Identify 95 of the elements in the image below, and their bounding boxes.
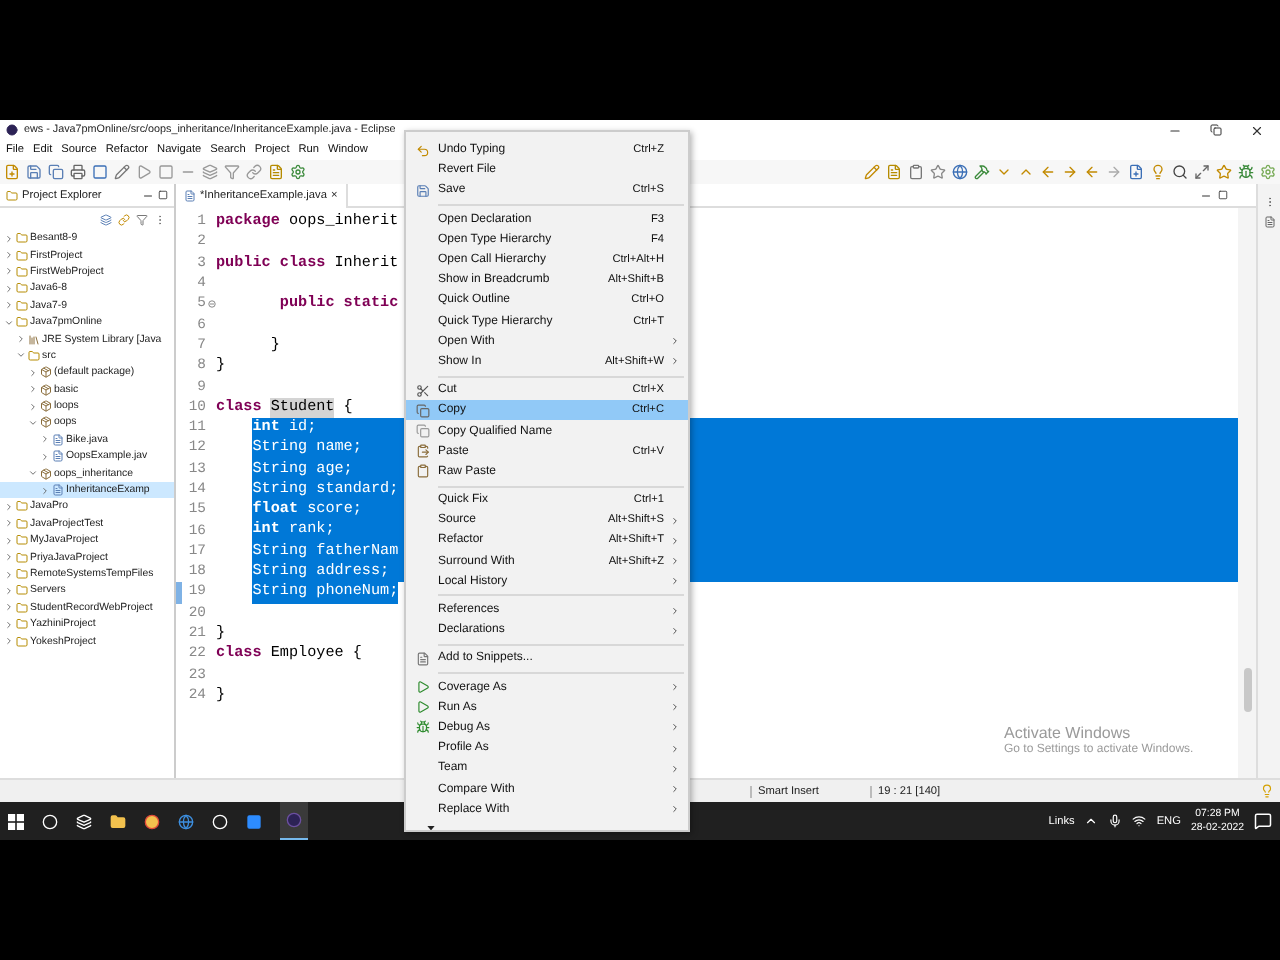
project-folder-icon [16,265,28,278]
back-icon[interactable] [1084,164,1100,180]
save-icon [415,183,429,198]
filter-icon[interactable] [136,213,148,225]
notification-icon[interactable] [1254,812,1272,830]
library-icon [28,333,40,346]
project-folder-icon [16,232,28,245]
gear-icon[interactable] [1260,164,1276,180]
search-icon[interactable] [1172,164,1188,180]
project-folder-icon [16,618,28,631]
project-folder-icon [16,299,28,312]
open-file-icon[interactable] [1128,164,1144,180]
snippet-icon [415,651,429,666]
coverage-icon [415,680,429,695]
folder-icon[interactable] [110,813,126,829]
forward-icon[interactable] [1106,164,1122,180]
star-icon[interactable] [930,164,946,180]
project-folder-icon [16,635,28,648]
eclipse-logo-icon [286,812,302,828]
copy-icon [415,403,429,418]
folder-icon [28,349,40,362]
document-icon[interactable] [268,164,284,180]
globe-icon[interactable] [952,164,968,180]
lightbulb-icon[interactable] [1150,164,1166,180]
activation-title: Activate Windows [1004,724,1133,742]
stop-icon[interactable] [158,164,174,180]
undo-icon [415,143,429,158]
project-folder-icon [16,568,28,580]
close-icon[interactable] [1250,123,1264,137]
back-arrow-icon[interactable] [1040,164,1056,180]
maximize-icon[interactable] [158,190,168,200]
package-icon [40,383,52,396]
globe-icon[interactable] [178,813,194,829]
debug-icon[interactable] [1238,164,1254,180]
project-folder-icon [16,517,28,530]
project-folder-icon [16,316,28,329]
package-icon [40,416,52,429]
project-folder-icon [16,601,28,614]
package-icon [40,366,52,379]
project-folder-icon [16,584,28,597]
layers-icon[interactable] [202,164,218,180]
java-file-icon [52,433,64,446]
gear-icon[interactable] [290,164,306,180]
filter-icon[interactable] [224,164,240,180]
minimize-icon[interactable] [142,189,154,201]
pencil-icon[interactable] [114,164,130,180]
printer-icon[interactable] [70,164,86,180]
java-file-icon [52,450,64,463]
minimize-icon[interactable] [1200,189,1212,201]
link-icon[interactable] [246,164,262,180]
app-icon[interactable] [212,813,228,829]
scrollbar-thumb[interactable] [1243,668,1251,712]
maximize-icon[interactable] [1218,190,1228,200]
network-icon[interactable] [1132,814,1147,828]
scrollbar[interactable] [1238,208,1256,778]
explorer-icon [6,189,18,201]
eclipse-logo-icon [6,124,18,136]
java-file-icon [52,484,64,497]
new-file-icon[interactable] [4,164,20,180]
windows-logo-icon[interactable] [8,813,24,829]
project-folder-icon [16,249,28,262]
scroll-down-icon[interactable] [426,825,436,830]
chevron-up-icon[interactable] [1084,814,1099,828]
hammer-icon[interactable] [974,164,990,180]
fold-icon[interactable] [208,300,216,309]
forward-arrow-icon[interactable] [1062,164,1078,180]
package-icon [40,400,52,413]
project-folder-icon [16,282,28,295]
run-icon [415,700,429,715]
document-icon[interactable] [886,164,902,180]
link-icon[interactable] [118,213,130,225]
restore-icon[interactable] [1210,124,1222,136]
square-icon[interactable] [92,164,108,180]
copy-icon[interactable] [48,164,64,180]
project-folder-icon [16,551,28,564]
debug-icon [415,720,429,735]
package-icon [40,467,52,480]
java-file-icon [184,189,196,201]
lightbulb-icon[interactable] [1260,784,1274,798]
save-icon[interactable] [26,164,42,180]
play-icon[interactable] [136,164,152,180]
video-app-icon[interactable] [246,813,262,829]
paste-icon [415,444,429,459]
project-folder-icon [16,500,28,513]
clipboard-icon[interactable] [908,164,924,180]
copy-icon [415,424,429,439]
clipboard-icon [415,464,429,479]
microphone-icon[interactable] [1108,814,1123,828]
outline-icon[interactable] [1263,216,1275,228]
browser-icon[interactable] [144,813,160,829]
scissors-icon [415,383,429,398]
collapse-all-icon[interactable] [100,213,112,225]
project-folder-icon [16,534,28,547]
eclipse-taskbar-button[interactable] [280,802,308,840]
pencil-icon[interactable] [864,164,880,180]
